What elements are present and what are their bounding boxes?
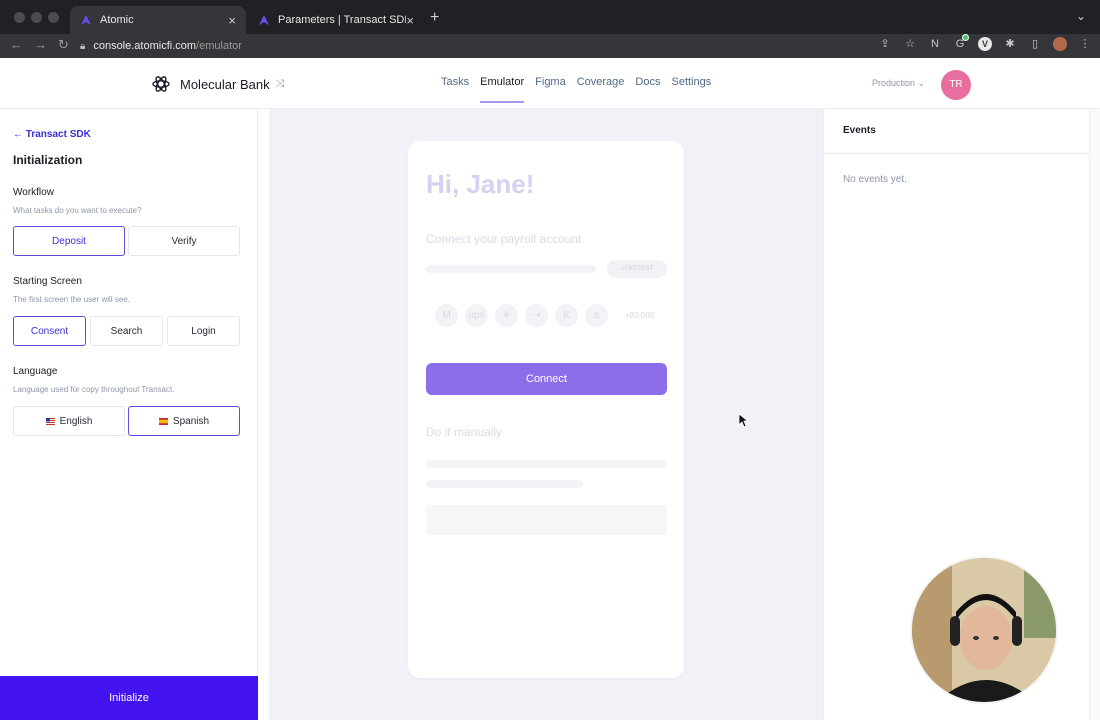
connect-payroll-subtitle: Connect your payroll account bbox=[426, 232, 582, 246]
chevron-down-icon: ⌄ bbox=[917, 78, 926, 88]
nav-emulator[interactable]: Emulator bbox=[480, 76, 525, 103]
close-tab-icon[interactable]: × bbox=[406, 13, 414, 28]
minimize-window-dot[interactable] bbox=[31, 12, 42, 23]
emulator-canvas: Hi, Jane! Connect your payroll account ⚡… bbox=[269, 109, 823, 720]
mcdonalds-logo-icon: M bbox=[435, 304, 458, 327]
starting-consent-button[interactable]: Consent bbox=[13, 316, 86, 346]
do-it-manually-link[interactable]: Do it manually bbox=[426, 425, 502, 439]
browser-toolbar: ← → ↻ 🔒︎ console.atomicfi.com/emulator ⇪… bbox=[0, 34, 1100, 58]
lock-icon: 🔒︎ bbox=[80, 40, 86, 52]
back-to-transact-sdk-link[interactable]: ← Transact SDK bbox=[13, 129, 91, 140]
fedex-logo-icon: ➝ bbox=[525, 304, 548, 327]
nav-figma[interactable]: Figma bbox=[535, 76, 566, 88]
browser-window: Atomic × Parameters | Transact SDK Ref ×… bbox=[0, 0, 1100, 720]
url-host: console.atomicfi.com bbox=[93, 40, 197, 52]
brand-name: Molecular Bank bbox=[180, 76, 270, 92]
tab-title: Parameters | Transact SDK Ref bbox=[278, 14, 406, 26]
events-empty-state: No events yet. bbox=[843, 174, 907, 185]
switch-org-icon[interactable]: ⤨ bbox=[276, 78, 285, 91]
employer-logos: M ups ✳︎ ➝ K a +80,000 bbox=[435, 304, 654, 327]
starting-screen-label: Starting Screen bbox=[13, 276, 82, 287]
browser-tab-parameters[interactable]: Parameters | Transact SDK Ref × bbox=[248, 6, 424, 34]
language-label: Language bbox=[13, 366, 58, 377]
browser-tab-bar: Atomic × Parameters | Transact SDK Ref ×… bbox=[0, 0, 1100, 34]
chevron-down-icon[interactable]: ⌄ bbox=[1076, 9, 1086, 23]
browser-profile-avatar[interactable] bbox=[1053, 37, 1067, 51]
address-bar[interactable]: 🔒︎ console.atomicfi.com/emulator bbox=[80, 35, 880, 57]
config-sidebar: ← Transact SDK Initialization Workflow W… bbox=[0, 109, 258, 720]
url-path: /emulator bbox=[196, 40, 242, 52]
forward-arrow-icon[interactable]: → bbox=[34, 37, 47, 52]
atomic-favicon-icon bbox=[259, 15, 269, 25]
greeting-heading: Hi, Jane! bbox=[426, 169, 535, 199]
brand[interactable]: Molecular Bank ⤨ bbox=[151, 74, 284, 94]
webcam-overlay bbox=[910, 556, 1058, 704]
language-spanish-label: Spanish bbox=[172, 415, 210, 427]
logos-more-count: +80,000 bbox=[625, 311, 655, 320]
close-window-dot[interactable] bbox=[14, 12, 25, 23]
bookmark-star-icon[interactable]: ☆ bbox=[903, 37, 917, 51]
events-title: Events bbox=[843, 125, 876, 136]
skeleton-line bbox=[426, 480, 583, 488]
workflow-deposit-button[interactable]: Deposit bbox=[13, 226, 125, 256]
initialize-button[interactable]: Initialize bbox=[0, 676, 258, 720]
sidebar-title: Initialization bbox=[13, 153, 83, 167]
ups-logo-icon: ups bbox=[465, 304, 488, 327]
close-tab-icon[interactable]: × bbox=[228, 13, 236, 28]
molecule-logo-icon bbox=[152, 76, 170, 92]
starting-search-button[interactable]: Search bbox=[90, 316, 163, 346]
amazon-logo-icon: a bbox=[585, 304, 608, 327]
share-icon[interactable]: ⇪ bbox=[878, 37, 892, 51]
starting-screen-help: The first screen the user will see. bbox=[13, 295, 130, 304]
presenter-video-image bbox=[912, 558, 1056, 702]
starting-login-button[interactable]: Login bbox=[167, 316, 240, 346]
nav-docs[interactable]: Docs bbox=[635, 76, 660, 88]
workflow-help: What tasks do you want to execute? bbox=[13, 206, 142, 215]
connect-button[interactable]: Connect bbox=[426, 363, 667, 395]
workflow-label: Workflow bbox=[13, 187, 54, 198]
us-flag-icon bbox=[45, 417, 55, 425]
extension-icons: ⇪ ☆ N G V ✱ ▯ ⋮ bbox=[878, 37, 1092, 51]
mouse-cursor-icon bbox=[739, 414, 749, 428]
user-avatar[interactable]: TR bbox=[941, 70, 971, 100]
fastest-badge: ⚡︎ FASTEST bbox=[607, 260, 667, 278]
more-menu-icon[interactable]: ⋮ bbox=[1078, 37, 1092, 51]
app-header: Molecular Bank ⤨ Tasks Emulator Figma Co… bbox=[0, 58, 1100, 109]
arrow-left-icon: ← bbox=[13, 129, 26, 140]
puzzle-extensions-icon[interactable]: ✱ bbox=[1003, 37, 1017, 51]
language-spanish-button[interactable]: Spanish bbox=[128, 406, 240, 436]
zoom-window-dot[interactable] bbox=[48, 12, 59, 23]
language-english-label: English bbox=[59, 415, 93, 427]
skeleton-line bbox=[426, 460, 667, 468]
nav-settings[interactable]: Settings bbox=[671, 76, 711, 88]
events-header: Events bbox=[824, 109, 1089, 154]
environment-select[interactable]: Production ⌄ bbox=[872, 78, 925, 89]
language-english-button[interactable]: English bbox=[13, 406, 125, 436]
reload-icon[interactable]: ↻ bbox=[58, 37, 69, 53]
browser-tab-atomic[interactable]: Atomic × bbox=[70, 6, 246, 34]
notion-extension-icon[interactable]: N bbox=[928, 37, 942, 51]
tab-title: Atomic bbox=[100, 14, 134, 26]
new-tab-icon[interactable]: + bbox=[430, 9, 439, 27]
skeleton-line bbox=[426, 265, 596, 273]
atomic-favicon-icon bbox=[81, 15, 91, 25]
back-link-label: Transact SDK bbox=[25, 129, 91, 140]
back-arrow-icon[interactable]: ← bbox=[10, 37, 23, 52]
kroger-logo-icon: K bbox=[555, 304, 578, 327]
walmart-logo-icon: ✳︎ bbox=[495, 304, 518, 327]
emulator-phone-screen: Hi, Jane! Connect your payroll account ⚡… bbox=[408, 141, 684, 678]
profile-extension-icon[interactable]: V bbox=[978, 37, 992, 51]
events-scrollbar[interactable] bbox=[1089, 109, 1100, 720]
environment-label: Production bbox=[872, 78, 916, 88]
language-help: Language used for copy throughout Transa… bbox=[13, 385, 175, 394]
fastest-badge-label: FASTEST bbox=[624, 266, 654, 272]
main-nav: Tasks Emulator Figma Coverage Docs Setti… bbox=[441, 76, 711, 103]
nav-tasks[interactable]: Tasks bbox=[441, 76, 469, 88]
nav-coverage[interactable]: Coverage bbox=[577, 76, 625, 88]
workflow-verify-button[interactable]: Verify bbox=[128, 226, 240, 256]
skeleton-block bbox=[426, 505, 667, 535]
online-status-dot bbox=[962, 34, 969, 41]
spain-flag-icon bbox=[158, 417, 168, 425]
side-panel-icon[interactable]: ▯ bbox=[1028, 37, 1042, 51]
